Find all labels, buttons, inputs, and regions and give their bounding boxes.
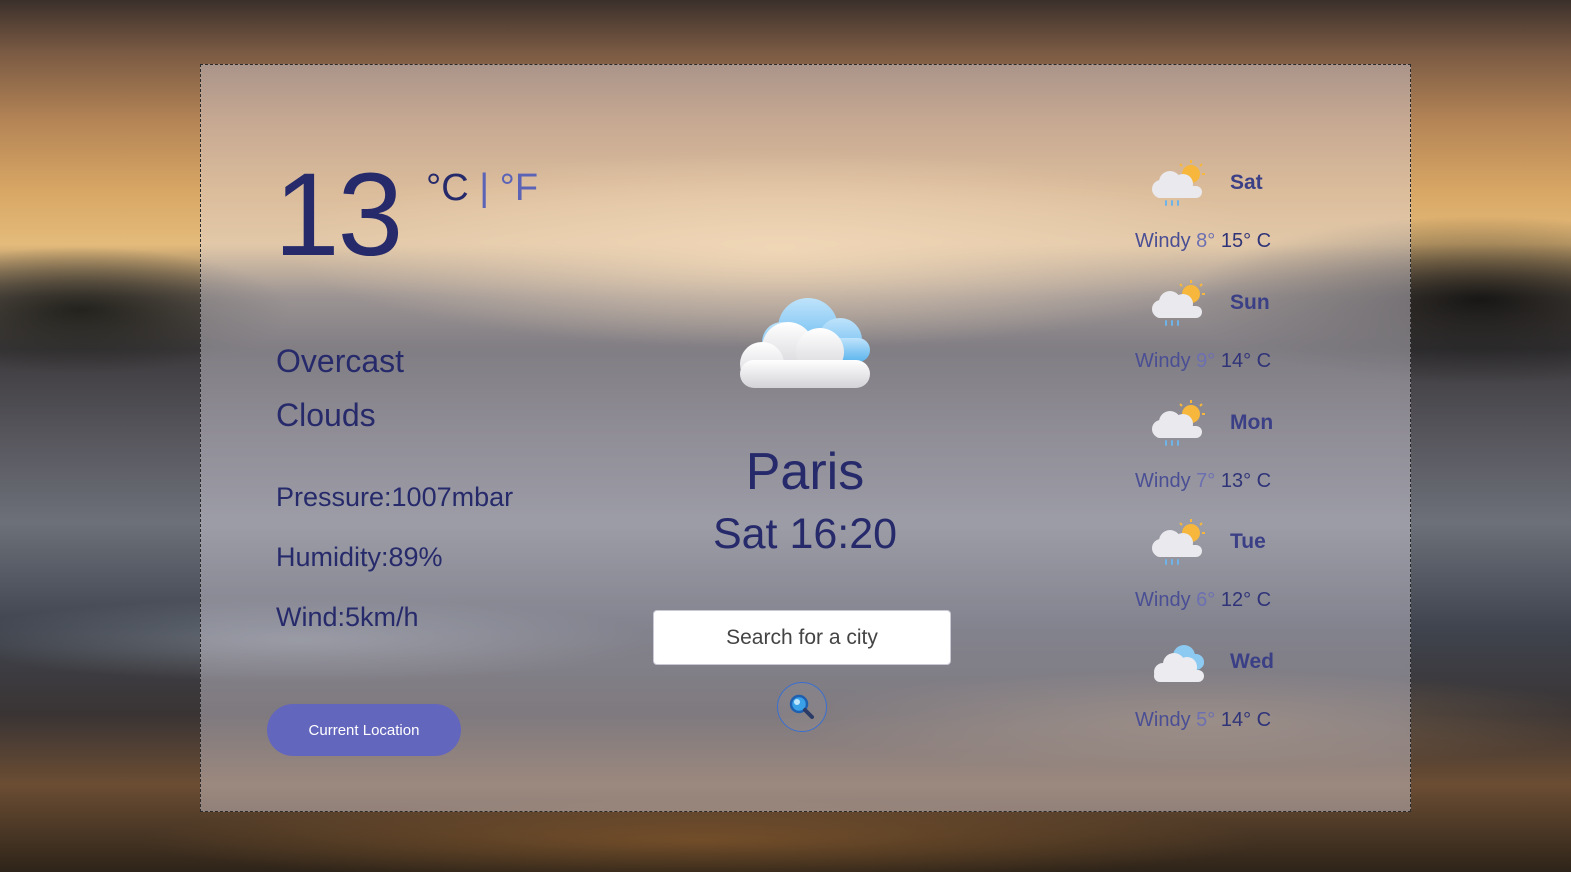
sun-cloud-rain-icon (1152, 519, 1205, 565)
cloud-icon (1154, 645, 1204, 682)
description-line-2: Clouds (276, 397, 376, 433)
search-button[interactable] (777, 682, 827, 732)
forecast-temp-line: Windy 5° 14° C (1135, 709, 1271, 732)
wind-value: Wind:5km/h (276, 602, 419, 632)
forecast-min: 8° (1196, 230, 1216, 252)
forecast-max: 12° C (1220, 589, 1272, 611)
forecast-day-label: Tue (1230, 530, 1266, 553)
cloud-icon (740, 298, 870, 388)
forecast-condition: Windy (1135, 589, 1191, 611)
forecast-day-label: Wed (1230, 650, 1274, 673)
forecast-day-label: Sat (1230, 171, 1263, 194)
forecast-condition: Windy (1135, 709, 1191, 731)
forecast-temp-line: Windy 9° 14° C (1135, 350, 1271, 373)
humidity-value: Humidity:89% (276, 542, 443, 572)
forecast-temp-line: Windy 7° 13° C (1135, 470, 1271, 493)
forecast-min: 7° (1196, 470, 1216, 492)
forecast-min: 9° (1196, 350, 1216, 372)
forecast-condition: Windy (1135, 230, 1191, 252)
forecast-max: 14° C (1220, 350, 1272, 372)
forecast-day-label: Mon (1230, 411, 1274, 434)
forecast-condition: Windy (1135, 350, 1191, 372)
search-icon (789, 694, 814, 719)
current-location-button[interactable]: Current Location (267, 704, 461, 756)
unit-toggle: °C | °F (426, 166, 538, 210)
local-datetime: Sat 16:20 (712, 510, 898, 558)
forecast-max: 14° C (1220, 709, 1272, 731)
forecast-condition: Windy (1135, 470, 1191, 492)
forecast-max: 13° C (1220, 470, 1272, 492)
forecast-temp-line: Windy 8° 15° C (1135, 230, 1271, 253)
search-input[interactable] (653, 610, 951, 665)
sun-cloud-rain-icon (1152, 160, 1205, 206)
celsius-toggle[interactable]: °C (426, 167, 469, 209)
weather-description: Overcast Clouds (276, 334, 576, 442)
sun-cloud-rain-icon (1152, 280, 1205, 326)
city-name: Paris (745, 443, 865, 501)
forecast-day-label: Sun (1230, 291, 1270, 314)
forecast-temp-line: Windy 6° 12° C (1135, 589, 1271, 612)
forecast-min: 5° (1196, 709, 1216, 731)
fahrenheit-toggle[interactable]: °F (500, 167, 538, 209)
description-line-1: Overcast (276, 343, 405, 379)
pressure-value: Pressure:1007mbar (276, 482, 514, 512)
current-temperature: 13 (274, 149, 403, 281)
sun-cloud-rain-icon (1152, 400, 1205, 446)
unit-separator: | (479, 167, 490, 209)
forecast-min: 6° (1196, 589, 1216, 611)
forecast-max: 15° C (1220, 230, 1272, 252)
